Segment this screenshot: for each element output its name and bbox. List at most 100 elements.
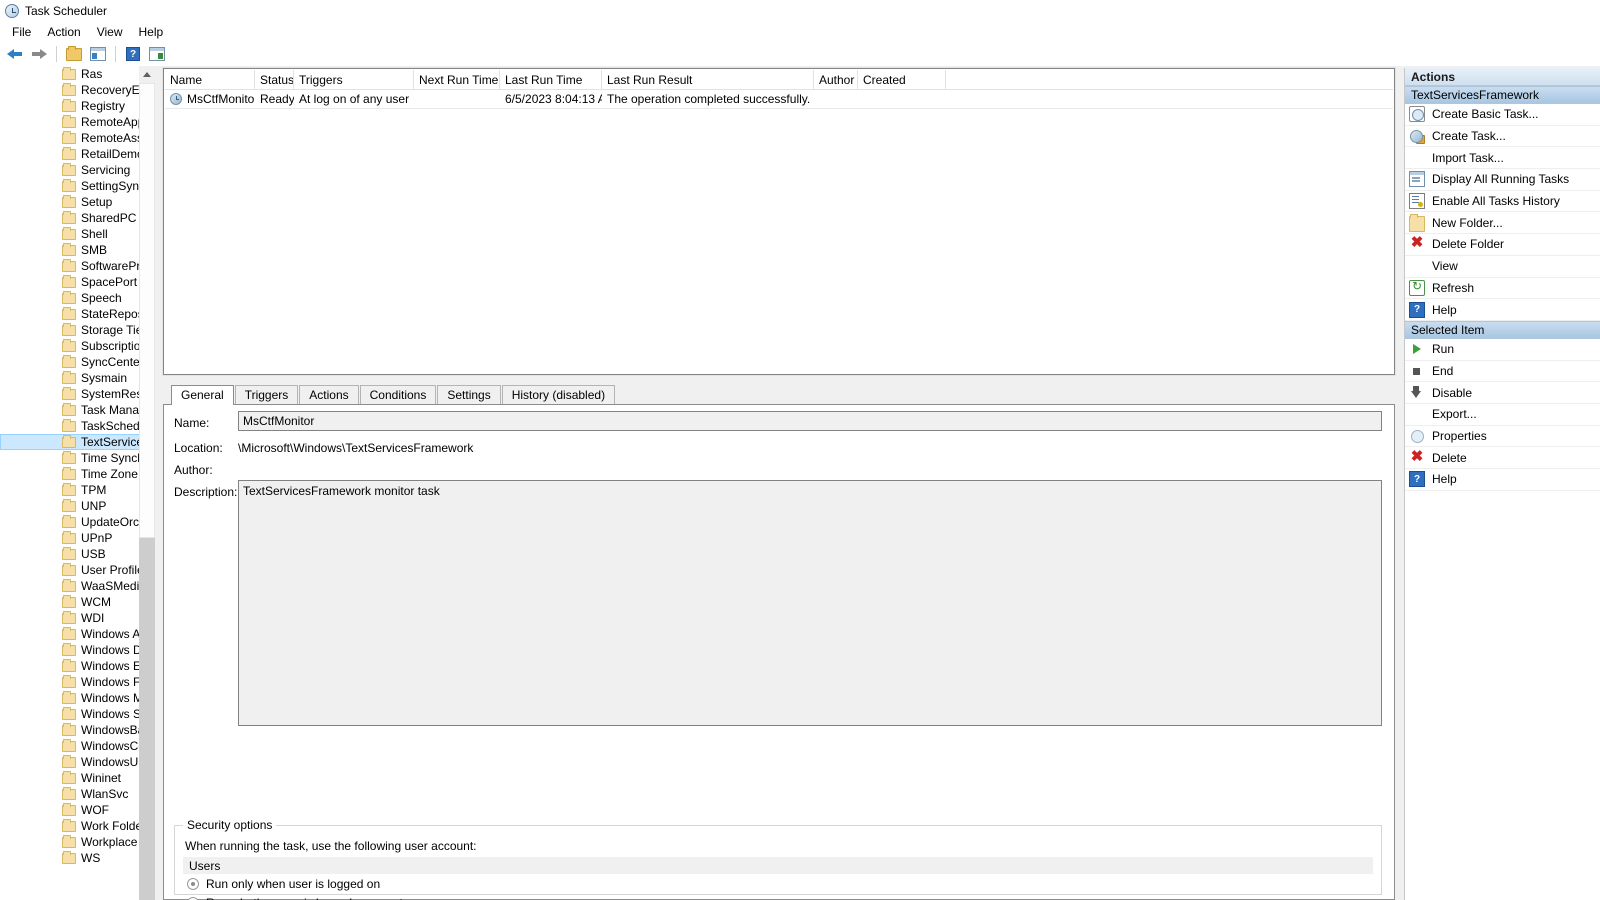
- tree-item[interactable]: Shell: [0, 226, 155, 242]
- action-item-delete-folder[interactable]: ✖Delete Folder: [1405, 234, 1600, 256]
- radio-run-whether-logged-on[interactable]: Run whether user is logged on or not: [175, 891, 1381, 900]
- up-one-level-button[interactable]: [63, 43, 85, 65]
- tree-scrollbar[interactable]: [139, 66, 155, 900]
- tree-item[interactable]: UPnP: [0, 530, 155, 546]
- tab-general[interactable]: General: [171, 385, 234, 405]
- tree-item[interactable]: TPM: [0, 482, 155, 498]
- action-item-view[interactable]: View: [1405, 256, 1600, 278]
- action-item-delete[interactable]: ✖Delete: [1405, 447, 1600, 469]
- action-item-help[interactable]: ?Help: [1405, 469, 1600, 491]
- tree-item[interactable]: SettingSync: [0, 178, 155, 194]
- show-hide-console-tree-button[interactable]: [87, 43, 109, 65]
- show-hide-action-pane-button[interactable]: [146, 43, 168, 65]
- detail-tabs[interactable]: GeneralTriggersActionsConditionsSettings…: [163, 385, 1395, 405]
- tree-item[interactable]: SoftwarePro: [0, 258, 155, 274]
- tree-item[interactable]: SharedPC: [0, 210, 155, 226]
- tree-item[interactable]: SyncCenter: [0, 354, 155, 370]
- table-row[interactable]: MsCtfMonitorReadyAt log on of any user6/…: [165, 90, 1393, 109]
- scrollbar-thumb[interactable]: [139, 83, 155, 538]
- menu-action[interactable]: Action: [39, 23, 88, 41]
- menu-view[interactable]: View: [89, 23, 131, 41]
- tree-item[interactable]: WindowsCo: [0, 738, 155, 754]
- radio-run-only-logged-on[interactable]: Run only when user is logged on: [175, 874, 1381, 891]
- column-header[interactable]: Next Run Time: [414, 70, 500, 89]
- tree-item[interactable]: USB: [0, 546, 155, 562]
- tree-item[interactable]: Wininet: [0, 770, 155, 786]
- task-list-body[interactable]: MsCtfMonitorReadyAt log on of any user6/…: [165, 90, 1393, 109]
- tree-item[interactable]: Windows S: [0, 706, 155, 722]
- tree-item[interactable]: Storage Tier: [0, 322, 155, 338]
- action-item-display-all-running-tasks[interactable]: Display All Running Tasks: [1405, 169, 1600, 191]
- action-item-import-task[interactable]: Import Task...: [1405, 147, 1600, 169]
- tree-item[interactable]: Workplace: [0, 834, 155, 850]
- tree-item[interactable]: Speech: [0, 290, 155, 306]
- column-header[interactable]: Last Run Result: [602, 70, 814, 89]
- tree-item[interactable]: Work Folde: [0, 818, 155, 834]
- action-item-properties[interactable]: Properties: [1405, 426, 1600, 448]
- tree-item[interactable]: WindowsBa: [0, 722, 155, 738]
- action-item-help[interactable]: ?Help: [1405, 299, 1600, 321]
- action-item-end[interactable]: End: [1405, 361, 1600, 383]
- tab-triggers[interactable]: Triggers: [235, 385, 299, 404]
- tree-item[interactable]: Sysmain: [0, 370, 155, 386]
- name-field[interactable]: MsCtfMonitor: [238, 411, 1382, 431]
- scrollbar-track[interactable]: [139, 83, 155, 900]
- selected-item-actions-list[interactable]: RunEndDisableExport...Properties✖Delete?…: [1405, 339, 1600, 491]
- tree-item[interactable]: WDI: [0, 610, 155, 626]
- action-item-enable-all-tasks-history[interactable]: Enable All Tasks History: [1405, 191, 1600, 213]
- tree-item[interactable]: Ras: [0, 66, 155, 82]
- action-item-create-basic-task[interactable]: Create Basic Task...: [1405, 104, 1600, 126]
- tree-item[interactable]: WCM: [0, 594, 155, 610]
- column-header[interactable]: Triggers: [294, 70, 414, 89]
- tree-item[interactable]: UpdateOrch: [0, 514, 155, 530]
- tree-item[interactable]: Windows Fi: [0, 674, 155, 690]
- forward-button[interactable]: [28, 43, 50, 65]
- tree-item[interactable]: Registry: [0, 98, 155, 114]
- tree-item[interactable]: WOF: [0, 802, 155, 818]
- tree-item[interactable]: Windows D: [0, 642, 155, 658]
- scrollbar-lower-track[interactable]: [139, 538, 155, 900]
- tree-item[interactable]: WS: [0, 850, 155, 866]
- tree-item[interactable]: RemoteAss: [0, 130, 155, 146]
- column-header[interactable]: Created: [858, 70, 946, 89]
- tree-item[interactable]: WlanSvc: [0, 786, 155, 802]
- tree-item[interactable]: WindowsUp: [0, 754, 155, 770]
- tree-item[interactable]: Subscriptio: [0, 338, 155, 354]
- tab-history-disabled[interactable]: History (disabled): [502, 385, 615, 404]
- tree-item[interactable]: Windows A: [0, 626, 155, 642]
- column-header[interactable]: Last Run Time: [500, 70, 602, 89]
- tree-item[interactable]: WaaSMedic: [0, 578, 155, 594]
- action-item-run[interactable]: Run: [1405, 339, 1600, 361]
- tree-item[interactable]: Time Zone: [0, 466, 155, 482]
- console-tree[interactable]: RasRecoveryEnRegistryRemoteAppRemoteAssR…: [0, 66, 155, 900]
- tree-item[interactable]: Windows M: [0, 690, 155, 706]
- tab-actions[interactable]: Actions: [299, 385, 358, 404]
- menu-help[interactable]: Help: [131, 23, 172, 41]
- tree-item[interactable]: Time Synch: [0, 450, 155, 466]
- tree-item[interactable]: TextServices: [0, 434, 155, 450]
- tree-item[interactable]: UNP: [0, 498, 155, 514]
- action-item-disable[interactable]: Disable: [1405, 382, 1600, 404]
- tree-item[interactable]: SpacePort: [0, 274, 155, 290]
- action-item-export[interactable]: Export...: [1405, 404, 1600, 426]
- tree-item[interactable]: StateReposi: [0, 306, 155, 322]
- description-field[interactable]: TextServicesFramework monitor task: [238, 480, 1382, 726]
- toolbar-help-button[interactable]: ?: [122, 43, 144, 65]
- tree-item[interactable]: RetailDemo: [0, 146, 155, 162]
- column-header[interactable]: Status: [255, 70, 294, 89]
- back-button[interactable]: [4, 43, 26, 65]
- task-list-header[interactable]: NameStatusTriggersNext Run TimeLast Run …: [165, 70, 1393, 90]
- tree-item[interactable]: RecoveryEn: [0, 82, 155, 98]
- tree-item[interactable]: Servicing: [0, 162, 155, 178]
- action-item-refresh[interactable]: Refresh: [1405, 278, 1600, 300]
- tab-conditions[interactable]: Conditions: [360, 385, 437, 404]
- user-account-value[interactable]: Users: [183, 857, 1373, 874]
- tree-item[interactable]: Task Manag: [0, 402, 155, 418]
- tree-item[interactable]: SMB: [0, 242, 155, 258]
- scroll-up-button[interactable]: [139, 66, 155, 83]
- tree-item[interactable]: TaskSchedu: [0, 418, 155, 434]
- tab-settings[interactable]: Settings: [437, 385, 500, 404]
- tree-item[interactable]: Setup: [0, 194, 155, 210]
- action-item-new-folder[interactable]: New Folder...: [1405, 212, 1600, 234]
- tree-item[interactable]: SystemRest: [0, 386, 155, 402]
